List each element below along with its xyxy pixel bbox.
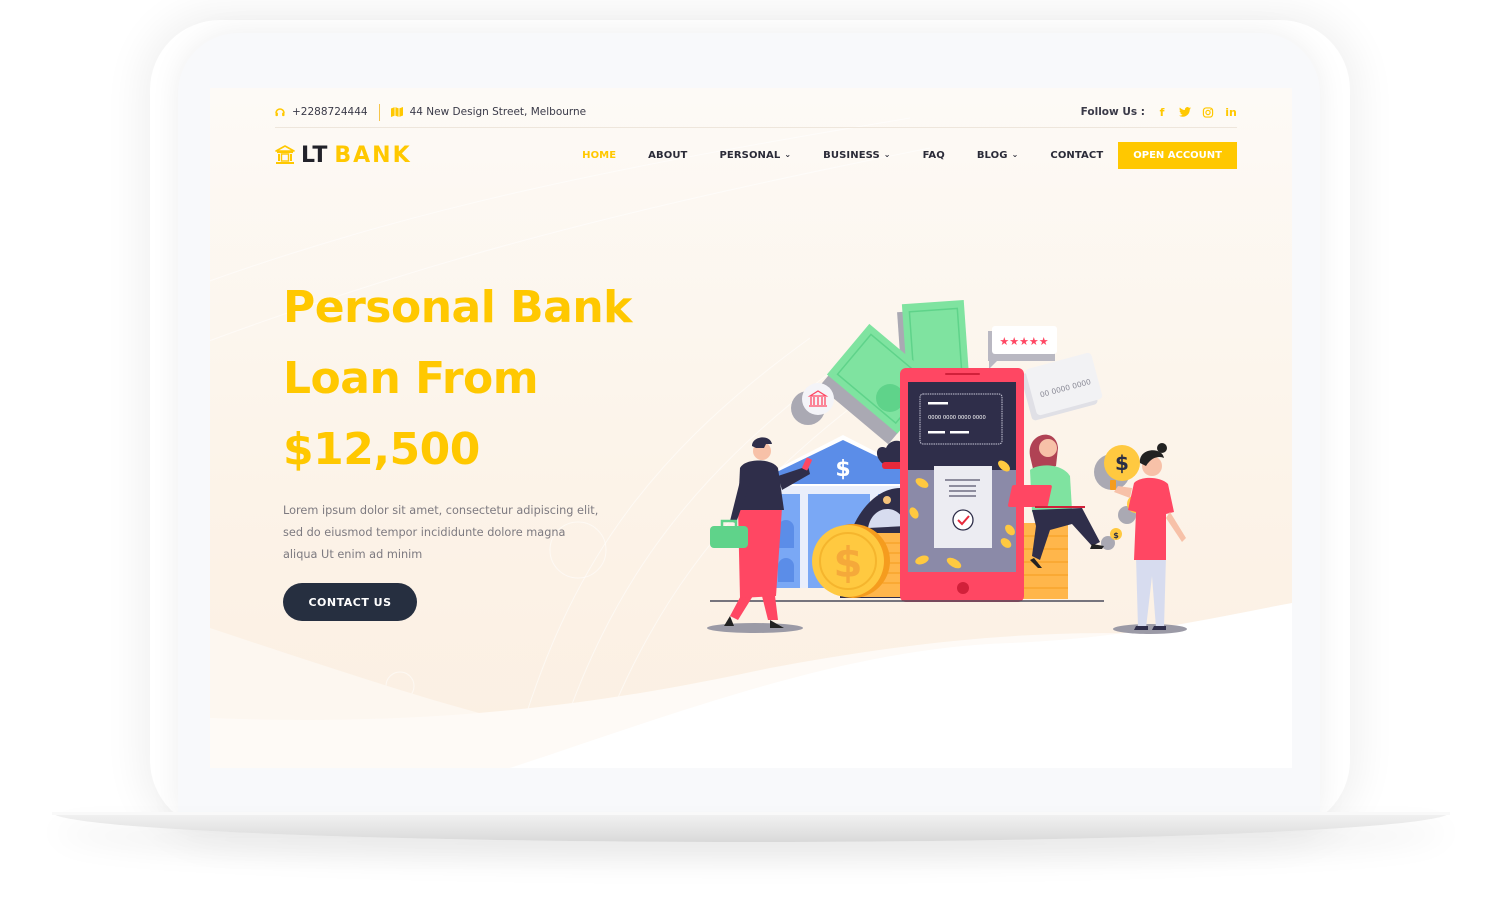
nav-about-label: ABOUT [648, 149, 688, 161]
nav-menu: HOME ABOUT PERSONAL ⌄ BUSINESS ⌄ FAQ BLOG ⌄… [582, 141, 1237, 169]
hero-title: Personal Bank Loan From $12,500 [283, 272, 703, 485]
hero-title-line: $12,500 [283, 424, 480, 475]
logo[interactable]: LT BANK [275, 143, 412, 168]
credit-card-icon: 00 0000 0000 [1021, 352, 1103, 421]
nav-business[interactable]: BUSINESS ⌄ [823, 150, 890, 161]
address-text: 44 New Design Street, Melbourne [409, 106, 587, 118]
svg-text:$: $ [1115, 451, 1129, 475]
twitter-icon[interactable] [1179, 107, 1191, 117]
card-number: 0000 0000 0000 0000 [928, 415, 986, 421]
map-icon [390, 107, 403, 117]
nav-home[interactable]: HOME [582, 150, 616, 161]
nav-personal[interactable]: PERSONAL ⌄ [719, 150, 791, 161]
big-dollar-coin-icon: $ [812, 524, 890, 598]
headphones-icon [275, 108, 285, 117]
nav-about[interactable]: ABOUT [648, 150, 687, 161]
bank-logo-icon [275, 145, 295, 164]
chevron-down-icon: ⌄ [1011, 149, 1019, 159]
nav-personal-label: PERSONAL [719, 149, 781, 161]
bank-bubble-icon [791, 383, 834, 425]
rating-stars: ★★★★★ [999, 335, 1048, 348]
facebook-icon[interactable]: f [1156, 106, 1168, 119]
svg-text:$: $ [833, 538, 862, 587]
nav-contact-label: CONTACT [1050, 149, 1104, 161]
hero-illustration: ★★★★★ 00 0000 0000 $ $ $ $ 0000 0000 000… [707, 299, 1187, 634]
nav-home-label: HOME [582, 149, 617, 161]
logo-text-lt: LT [301, 142, 329, 168]
top-info-bar: +2288724444 44 New Design Street, Melbou… [275, 98, 1237, 126]
nav-blog[interactable]: BLOG ⌄ [977, 150, 1019, 161]
chevron-down-icon: ⌄ [784, 149, 792, 159]
social-follow: Follow Us : f in [1081, 106, 1237, 119]
smartphone-icon: 0000 0000 0000 0000 [900, 368, 1024, 602]
follow-label: Follow Us : [1080, 106, 1145, 118]
rating-bubble-icon: ★★★★★ [988, 326, 1057, 369]
laptop-base-highlight [52, 812, 1450, 815]
laptop-base [52, 812, 1450, 842]
hero-description: Lorem ipsum dolor sit amet, consectetur … [283, 504, 599, 561]
svg-text:$: $ [835, 457, 850, 482]
divider [378, 103, 380, 121]
linkedin-icon[interactable]: in [1225, 106, 1237, 119]
svg-text:$: $ [1113, 531, 1119, 540]
instagram-icon[interactable] [1202, 106, 1214, 118]
topbar-divider [275, 127, 1237, 128]
nav-blog-label: BLOG [976, 149, 1008, 161]
address-info: 44 New Design Street, Melbourne [390, 106, 587, 118]
contact-us-button[interactable]: CONTACT US [283, 583, 417, 621]
website-screen: +2288724444 44 New Design Street, Melbou… [210, 88, 1292, 768]
hero-title-line: Loan From [283, 353, 539, 404]
chevron-down-icon: ⌄ [883, 149, 891, 159]
hero-title-line: Personal Bank [283, 282, 632, 333]
nav-contact[interactable]: CONTACT [1050, 150, 1103, 161]
phone-number: +2288724444 [292, 106, 368, 118]
open-account-button[interactable]: OPEN ACCOUNT [1118, 141, 1237, 169]
main-navbar: LT BANK HOME ABOUT PERSONAL ⌄ BUSINESS ⌄ F… [275, 140, 1237, 170]
nav-faq-label: FAQ [922, 149, 945, 161]
logo-text-bank: BANK [334, 142, 412, 168]
nav-business-label: BUSINESS [823, 149, 880, 161]
nav-faq[interactable]: FAQ [923, 150, 945, 161]
phone-info[interactable]: +2288724444 [275, 106, 368, 118]
